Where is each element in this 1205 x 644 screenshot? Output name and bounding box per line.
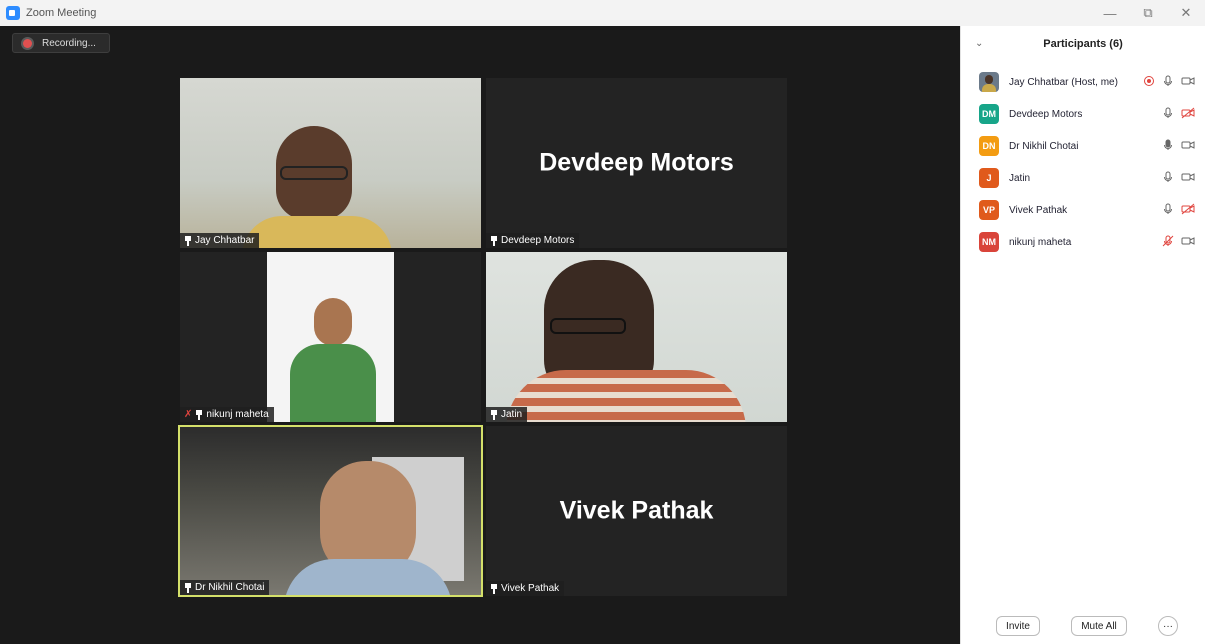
participants-header: ⌄ Participants (6): [961, 26, 1205, 62]
video-tile-nikhil[interactable]: Dr Nikhil Chotai: [178, 425, 483, 597]
video-camera-icon[interactable]: [1181, 171, 1195, 183]
glasses: [550, 318, 626, 334]
tile-name-tag: ✗ nikunj maheta: [180, 407, 274, 422]
video-off-icon[interactable]: [1181, 107, 1195, 119]
more-options-button[interactable]: ···: [1158, 616, 1178, 636]
participant-row[interactable]: VP Vivek Pathak: [961, 194, 1205, 226]
tile-name: nikunj maheta: [206, 409, 269, 420]
participant-row[interactable]: DN Dr Nikhil Chotai: [961, 130, 1205, 162]
video-tile-nikunj[interactable]: ✗ nikunj maheta: [180, 252, 481, 422]
participant-row[interactable]: DM Devdeep Motors: [961, 98, 1205, 130]
minimize-button[interactable]: —: [1091, 0, 1129, 26]
pin-icon: [490, 235, 498, 246]
video-tile-devdeep[interactable]: Devdeep Motors Devdeep Motors: [486, 78, 787, 248]
participant-controls: [1162, 139, 1195, 151]
mic-muted-icon: ✗: [184, 409, 193, 420]
participant-name: Vivek Pathak: [1009, 204, 1068, 216]
participant-controls: [1143, 75, 1195, 87]
tile-name: Jatin: [501, 409, 523, 420]
participant-shirt: [506, 370, 746, 422]
tile-name: Jay Chhatbar: [195, 235, 255, 246]
pin-icon: [184, 235, 192, 246]
participant-name: Jatin: [1009, 172, 1031, 184]
participant-controls: [1162, 203, 1195, 215]
recording-indicator[interactable]: Recording...: [12, 33, 110, 53]
recording-label: Recording...: [42, 37, 96, 49]
pin-icon: [490, 409, 498, 420]
tile-name-tag: Jatin: [486, 407, 528, 422]
participant-row[interactable]: NM nikunj maheta: [961, 226, 1205, 258]
tile-name-tag: Vivek Pathak: [486, 581, 565, 596]
microphone-icon[interactable]: [1162, 107, 1174, 119]
microphone-active-icon[interactable]: [1162, 139, 1174, 151]
participants-panel: ⌄ Participants (6) Jay Chhatbar (Host, m…: [960, 26, 1205, 644]
participants-list: Jay Chhatbar (Host, me) DM Devdeep Motor…: [961, 66, 1205, 258]
window-title: Zoom Meeting: [26, 7, 97, 19]
close-button[interactable]: ✕: [1167, 0, 1205, 26]
participant-row[interactable]: Jay Chhatbar (Host, me): [961, 66, 1205, 98]
avatar: VP: [979, 200, 999, 220]
avatar: DN: [979, 136, 999, 156]
video-stage: Recording... Jay Chhatbar Devdeep Motors…: [0, 26, 960, 644]
tile-big-name: Devdeep Motors: [539, 148, 734, 177]
participant-name: Devdeep Motors: [1009, 108, 1083, 120]
tile-name-tag: Devdeep Motors: [486, 233, 580, 248]
microphone-muted-icon[interactable]: [1162, 235, 1174, 247]
invite-button[interactable]: Invite: [996, 616, 1040, 636]
participants-title: Participants (6): [1043, 38, 1123, 50]
pin-icon: [490, 583, 498, 594]
tile-name-tag: Jay Chhatbar: [180, 233, 260, 248]
avatar: DM: [979, 104, 999, 124]
avatar: J: [979, 168, 999, 188]
video-tile-jay[interactable]: Jay Chhatbar: [180, 78, 481, 248]
participants-footer: Invite Mute All ···: [961, 616, 1205, 638]
restore-button[interactable]: ⧉: [1129, 0, 1167, 26]
recording-icon: [1144, 76, 1154, 86]
recording-icon: [23, 38, 32, 48]
participant-shirt: [290, 344, 376, 422]
zoom-app-icon: [6, 6, 20, 20]
tile-big-name: Vivek Pathak: [559, 496, 714, 525]
microphone-icon[interactable]: [1162, 203, 1174, 215]
participant-shirt: [242, 216, 392, 248]
microphone-icon[interactable]: [1162, 171, 1174, 183]
tile-name: Devdeep Motors: [501, 235, 575, 246]
video-tile-vivek[interactable]: Vivek Pathak Vivek Pathak: [486, 426, 787, 596]
video-camera-icon[interactable]: [1181, 75, 1195, 87]
tile-name-tag: Dr Nikhil Chotai: [180, 580, 270, 595]
video-camera-icon[interactable]: [1181, 139, 1195, 151]
participant-controls: [1162, 107, 1195, 119]
video-camera-icon[interactable]: [1181, 235, 1195, 247]
video-off-icon[interactable]: [1181, 203, 1195, 215]
mute-all-button[interactable]: Mute All: [1071, 616, 1127, 636]
tile-name: Dr Nikhil Chotai: [195, 582, 265, 593]
avatar: NM: [979, 232, 999, 252]
participant-name: nikunj maheta: [1009, 236, 1072, 248]
tile-name: Vivek Pathak: [501, 583, 560, 594]
participant-row[interactable]: J Jatin: [961, 162, 1205, 194]
participant-name: Jay Chhatbar (Host, me): [1009, 76, 1118, 88]
video-tile-jatin[interactable]: Jatin: [486, 252, 787, 422]
pin-icon: [184, 582, 192, 593]
window-controls: — ⧉ ✕: [1091, 0, 1205, 26]
participant-name: Dr Nikhil Chotai: [1009, 140, 1079, 152]
pin-icon: [195, 409, 203, 420]
avatar: [979, 72, 999, 92]
participant-controls: [1162, 171, 1195, 183]
glasses: [280, 166, 348, 180]
participant-face: [314, 298, 352, 346]
microphone-icon[interactable]: [1162, 75, 1174, 87]
participant-controls: [1162, 235, 1195, 247]
participant-shirt: [284, 559, 452, 595]
title-bar: Zoom Meeting — ⧉ ✕: [0, 0, 1205, 26]
